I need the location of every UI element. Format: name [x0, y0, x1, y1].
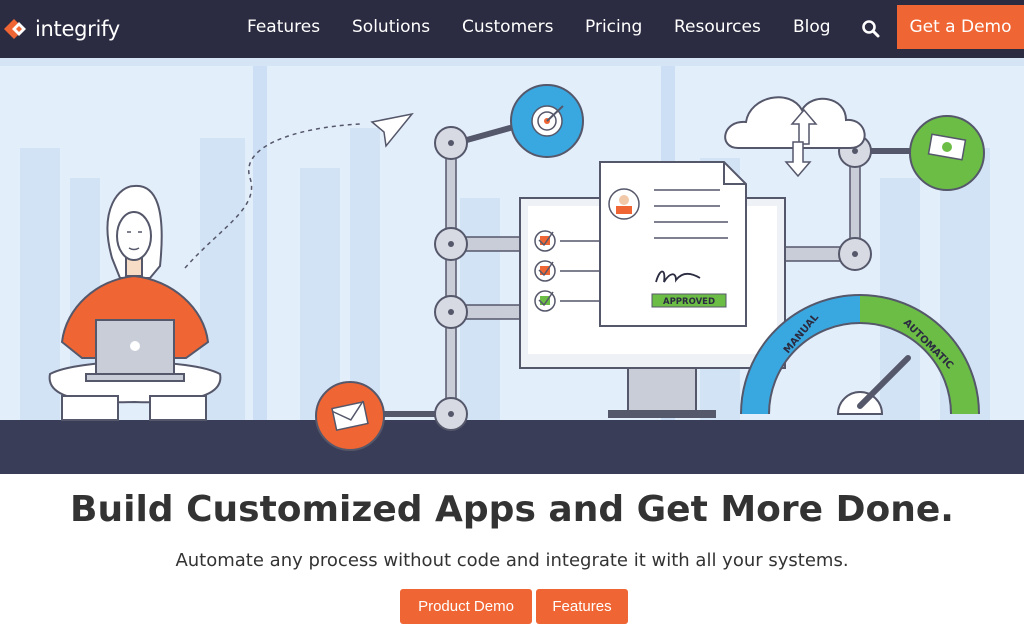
product-demo-button[interactable]: Product Demo	[400, 589, 532, 624]
search-icon[interactable]	[861, 19, 881, 39]
nav-customers[interactable]: Customers	[462, 17, 553, 37]
hero-illustration: APPROVED MANUAL AUTOMATIC	[0, 58, 1024, 474]
nav-features[interactable]: Features	[247, 17, 320, 37]
top-navbar: integrify Features Solutions Customers P…	[0, 0, 1024, 58]
nav-resources[interactable]: Resources	[674, 17, 761, 37]
nav-pricing[interactable]: Pricing	[585, 17, 642, 37]
nav-solutions[interactable]: Solutions	[352, 17, 430, 37]
get-a-demo-button[interactable]: Get a Demo	[897, 5, 1024, 49]
features-button[interactable]: Features	[536, 589, 628, 624]
integrify-logo-icon	[4, 19, 26, 39]
approved-badge: APPROVED	[663, 297, 715, 307]
brand-logo[interactable]: integrify	[2, 14, 120, 44]
brand-name: integrify	[35, 17, 120, 41]
page-subheadline: Automate any process without code and in…	[175, 550, 849, 571]
nav-blog[interactable]: Blog	[793, 17, 831, 37]
page-headline: Build Customized Apps and Get More Done.	[70, 489, 954, 530]
